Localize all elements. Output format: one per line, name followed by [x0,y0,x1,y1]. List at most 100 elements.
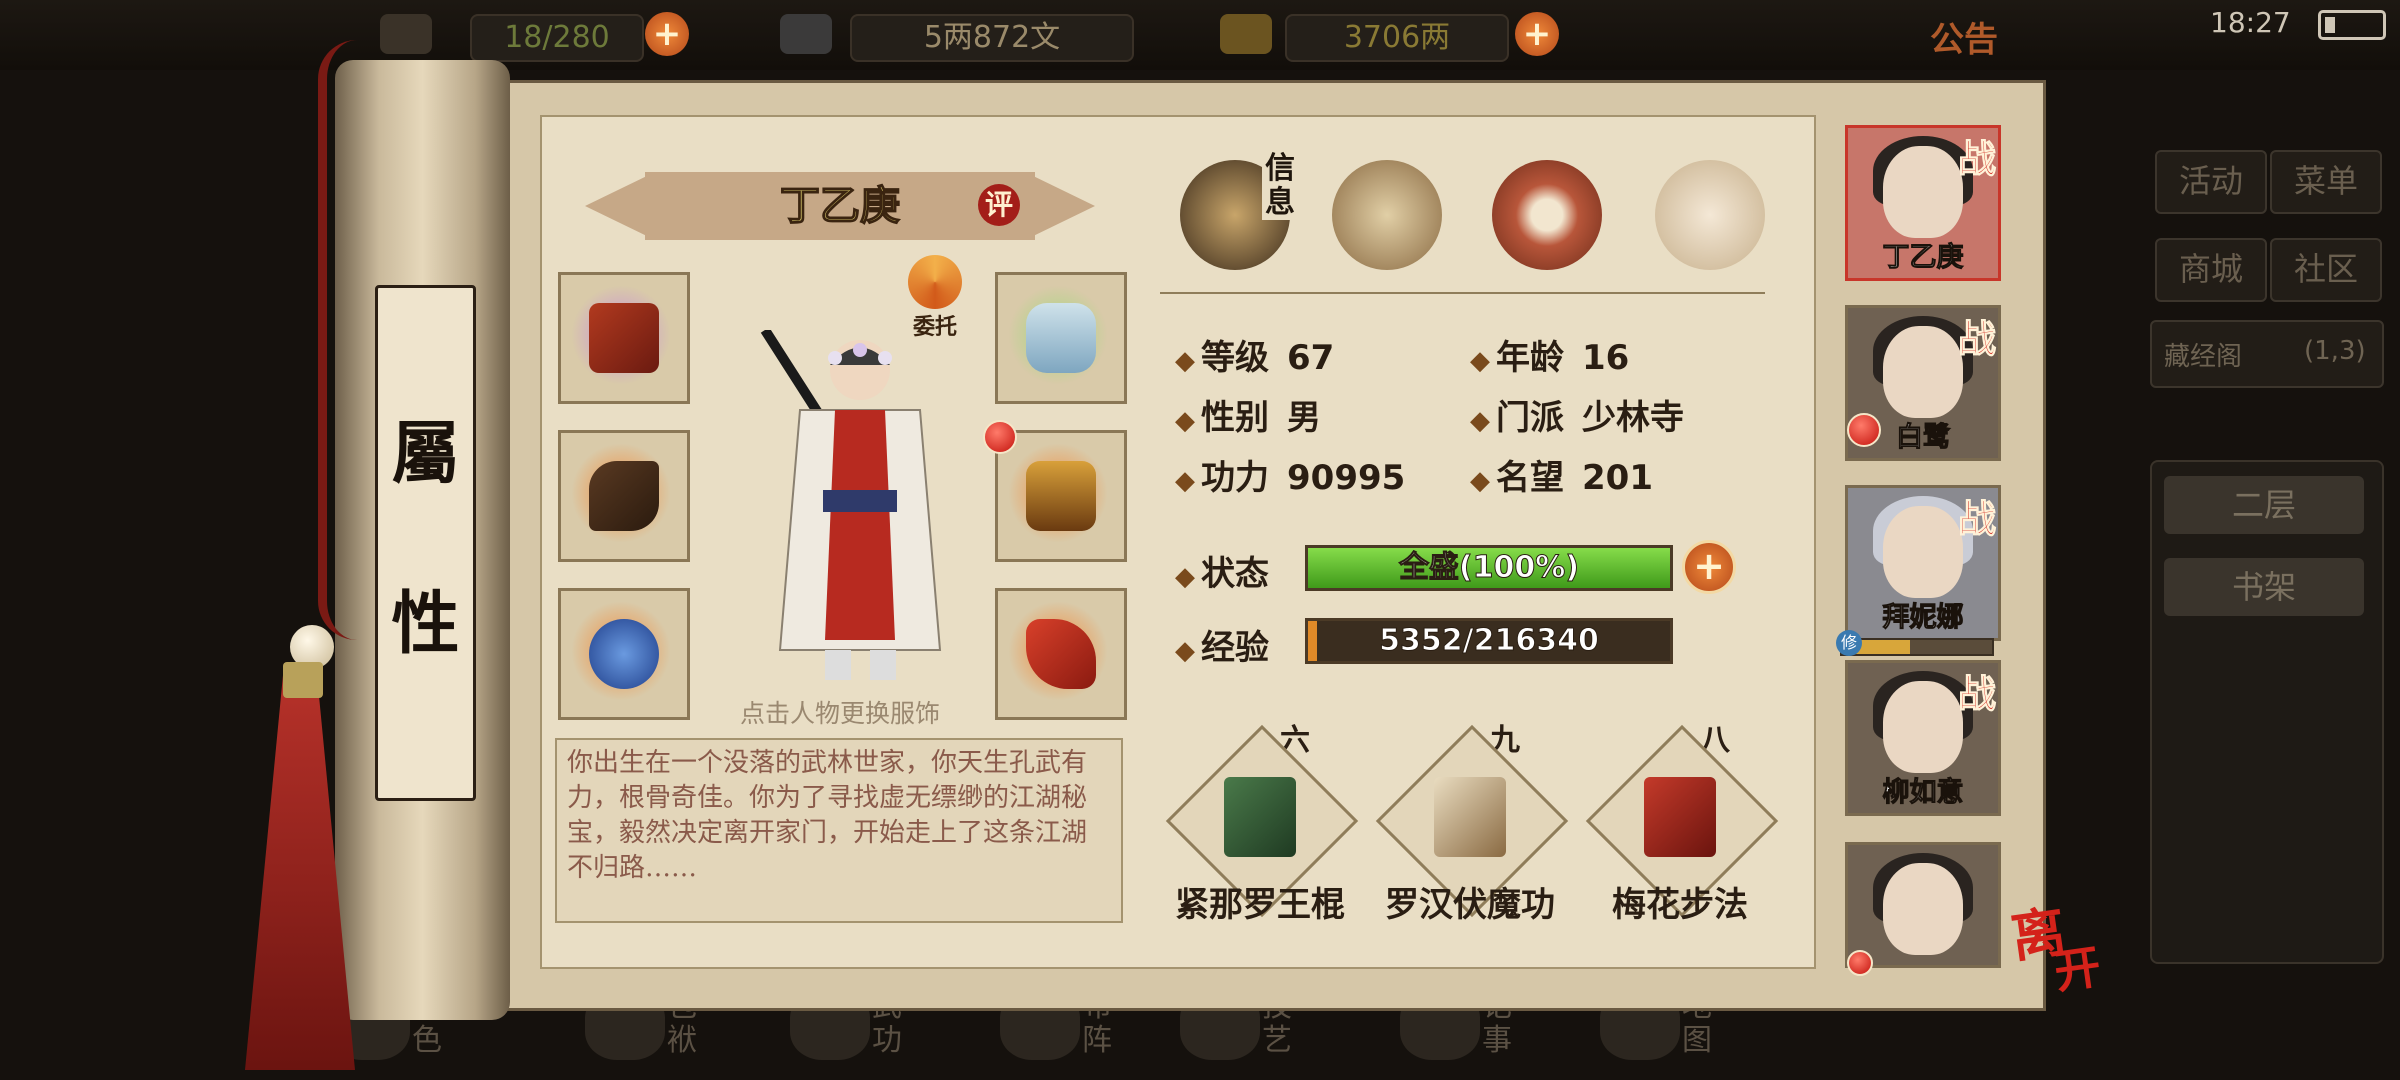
battle-badge: 战 [1957,496,1996,542]
portrait-icon [1883,326,1963,418]
meridian-tab-icon[interactable] [1655,160,1765,270]
library-location[interactable]: 藏经阁 (1,3) [2150,320,2384,388]
equip-slot-mount[interactable] [995,588,1127,720]
skill-card[interactable]: 六 紧那罗王棍 [1160,715,1360,925]
bagua-tab-icon[interactable] [1492,160,1602,270]
party-member[interactable]: 战 柳如意 [1845,660,2001,816]
silver-icon [780,14,832,54]
figure-hint: 点击人物更换服饰 [739,699,940,728]
armor-icon [1026,461,1096,531]
portrait-icon [1883,863,1963,955]
staff-icon [589,461,659,531]
skill-card[interactable]: 九 罗汉伏魔功 [1370,715,1570,925]
party-member[interactable] [1845,842,2001,968]
scroll-title: 屬 性 [375,285,476,801]
tassel-cap [283,662,323,698]
add-stock-button[interactable]: + [645,12,689,56]
stat-value: 少林寺 [1582,398,1684,438]
cultivate-bar: 修 [1836,630,1994,656]
activity-button[interactable]: 活动 [2155,150,2267,214]
party-notification-dot [1847,950,1873,976]
scroll-title-char-1: 屬 [391,414,460,494]
battery-icon [2318,10,2386,40]
stat-label: 性别 [1201,398,1269,438]
battle-badge: 战 [1957,671,1996,717]
party-member-name: 丁乙庚 [1882,242,1964,274]
restore-status-button[interactable]: + [1682,540,1736,594]
skill-name: 梅花步法 [1612,885,1748,925]
stat-label: 名望 [1496,458,1564,498]
battle-badge: 战 [1957,316,1996,362]
tassel-cord [318,40,357,640]
stat-sect: ◆ 门派 少林寺 [1470,398,1684,438]
stat-label: 功力 [1201,458,1269,498]
shop-button[interactable]: 商城 [2155,238,2267,302]
stat-level: ◆ 等级 67 [1175,338,1335,378]
stat-label: 年龄 [1496,338,1564,378]
skill-card[interactable]: 八 梅花步法 [1580,715,1780,925]
stat-value: 男 [1287,398,1321,438]
stat-value: 201 [1582,458,1653,498]
belt-icon [1026,303,1096,373]
stat-gender: ◆ 性别男 [1175,398,1321,438]
status-bar-text: 全盛(100%) [1398,550,1580,586]
party-member[interactable]: 战 丁乙庚 [1845,125,2001,281]
equip-slot-belt[interactable] [995,272,1127,404]
bracers-icon [589,303,659,373]
floor-panel: 二层 书架 [2150,460,2384,964]
battle-badge: 战 [1957,136,1996,182]
stat-label: 门派 [1496,398,1564,438]
stat-value: 67 [1287,338,1335,378]
stat-label: 等级 [1201,338,1269,378]
exp-bar-text: 5352/216340 [1379,623,1600,659]
evaluate-button[interactable]: 评 [978,184,1020,226]
leave-label: 开 [2051,939,2105,1000]
tabs-divider [1160,292,1765,294]
party-notification-dot [1847,413,1881,447]
info-tab-label: 信息 [1262,152,1298,220]
cultivate-label: 修 [1836,630,1862,656]
stat-fame: ◆ 名望 201 [1470,458,1653,498]
ring-icon [589,619,659,689]
menu-button[interactable]: 菜单 [2270,150,2382,214]
bookshelf-button[interactable]: 书架 [2164,558,2364,616]
leave-button[interactable]: 离 开 [2007,899,2105,1005]
character-figure[interactable] [745,327,975,690]
entrust-button[interactable]: 委托 [905,255,965,341]
clock: 18:27 [2210,6,2291,39]
stat-value: 90995 [1287,458,1406,498]
skill-book-icon [1434,777,1506,857]
stat-label: 经验 [1201,628,1269,668]
equip-slot-ring[interactable] [558,588,690,720]
skill-book-icon [1644,777,1716,857]
entrust-icon [908,255,962,309]
skill-book-icon [1224,777,1296,857]
exp-bar: 5352/216340 [1305,618,1673,664]
equip-slot-armor[interactable] [995,430,1127,562]
equip-slot-bracers[interactable] [558,272,690,404]
stat-status-label: ◆ 状态 [1175,554,1269,594]
floor-two-button[interactable]: 二层 [2164,476,2364,534]
portrait-icon [1883,146,1963,238]
library-label: 藏经阁 [2164,342,2243,372]
status-bar: 全盛(100%) [1305,545,1673,591]
community-button[interactable]: 社区 [2270,238,2382,302]
stat-exp-label: ◆ 经验 [1175,628,1269,668]
character-bio: 你出生在一个没落的武林世家，你天生孔武有力，根骨奇佳。你为了寻找虚无缥缈的江湖秘… [555,738,1123,923]
stock-icon [380,14,432,54]
notice-button[interactable]: 公告 [1930,12,1998,61]
skill-name: 罗汉伏魔功 [1385,885,1555,925]
stock-counter: 18/280 [470,14,644,62]
equip-slot-weapon[interactable] [558,430,690,562]
stat-value: 16 [1582,338,1630,378]
scroll-title-char-2: 性 [391,584,460,664]
armor-notification-dot [983,420,1017,454]
library-coords: (1,3) [2304,336,2366,366]
scroll-tab-icon[interactable] [1332,160,1442,270]
portrait-icon [1883,506,1963,598]
stat-power: ◆ 功力 90995 [1175,458,1406,498]
character-sprite-icon [760,327,942,680]
add-gold-button[interactable]: + [1515,12,1559,56]
gold-counter: 3706两 [1285,14,1509,62]
party-member[interactable]: 战 拜妮娜 [1845,485,2001,641]
